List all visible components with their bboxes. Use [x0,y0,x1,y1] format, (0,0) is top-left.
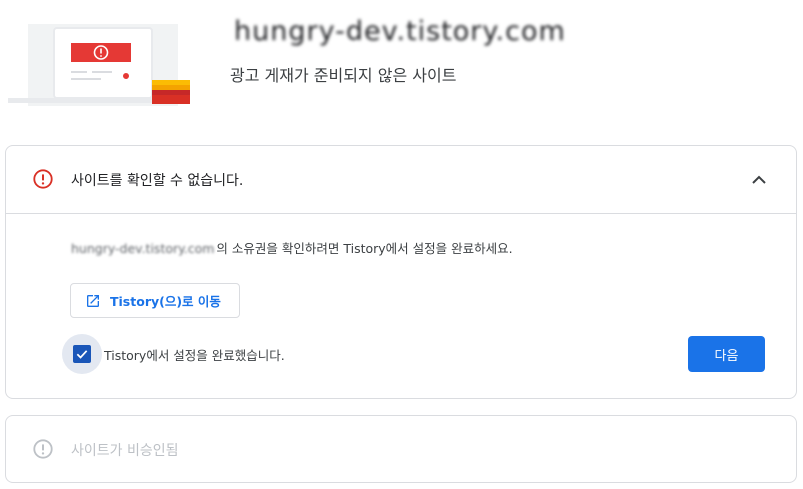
setup-complete-checkbox-row: Tistory에서 설정을 완료했습니다. [62,334,285,374]
verify-card-title: 사이트를 확인할 수 없습니다. [71,173,244,189]
next-button[interactable]: 다음 [688,336,765,372]
site-disapproved-title: 사이트가 비승인됨 [71,443,179,459]
site-domain: hungry-dev.tistory.com [234,16,566,47]
error-circle-icon [33,169,53,189]
checkbox-box [73,345,91,363]
setup-complete-label[interactable]: Tistory에서 설정을 완료했습니다. [104,345,285,364]
setup-complete-checkbox[interactable] [62,334,102,374]
laptop-error-illustration [8,24,190,106]
description-text: 의 소유권을 확인하려면 Tistory에서 설정을 완료하세요. [216,241,513,256]
open-in-new-icon [87,294,99,307]
verify-card-header[interactable]: 사이트를 확인할 수 없습니다. [6,146,796,214]
checkmark-icon [76,350,88,359]
blurred-site-name: hungry-dev.tistory.com [71,241,215,256]
site-disapproved-card[interactable]: 사이트가 비승인됨 [5,415,797,483]
chevron-up-icon[interactable] [747,168,771,192]
error-circle-icon [33,439,53,459]
verify-description: hungry-dev.tistory.com 의 소유권을 확인하려면 Tisto… [71,238,513,257]
goto-tistory-button[interactable]: Tistory(으)로 이동 [70,283,240,318]
verify-site-card: 사이트를 확인할 수 없습니다. hungry-dev.tistory.com 의… [5,145,797,399]
site-status-subtitle: 광고 게재가 준비되지 않은 사이트 [230,66,457,85]
site-header: hungry-dev.tistory.com 광고 게재가 준비되지 않은 사이… [0,0,803,130]
goto-tistory-label: Tistory(으)로 이동 [110,294,221,309]
